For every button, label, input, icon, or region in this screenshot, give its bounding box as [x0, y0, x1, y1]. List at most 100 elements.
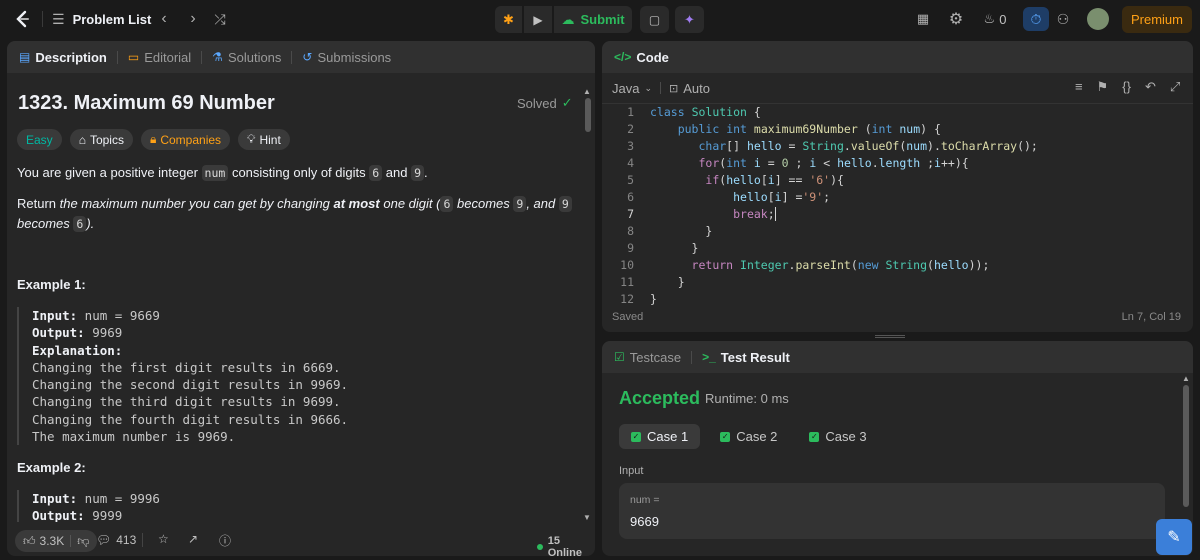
example-2-heading: Example 2:: [17, 460, 86, 475]
notes-button[interactable]: ▢: [640, 6, 669, 33]
companies-tag[interactable]: 🔒︎ Companies: [140, 129, 231, 150]
case-1-tab[interactable]: ✓ Case 1: [619, 424, 701, 449]
avatar[interactable]: [1087, 8, 1109, 30]
share-icon[interactable]: ↗: [188, 532, 198, 546]
auto-mode[interactable]: ⊡ Auto: [669, 81, 710, 96]
document-icon: ▤: [19, 50, 31, 64]
description-scrollbar[interactable]: [585, 98, 591, 132]
prev-problem-icon[interactable]: ‹: [155, 9, 173, 29]
streak-count: 0: [999, 11, 1007, 27]
solved-label: Solved: [517, 95, 557, 111]
case-2-tab[interactable]: ✓ Case 2: [708, 424, 789, 449]
example-2-block: Input: num = 9996 Output: 9999: [17, 490, 160, 522]
bug-icon: ✱: [503, 11, 514, 27]
format-icon[interactable]: ≡: [1075, 79, 1083, 95]
problem-list-label: Problem List: [72, 11, 152, 27]
streak-counter[interactable]: ♨ 0: [980, 9, 1010, 29]
topics-tag[interactable]: ⌂ Topics: [69, 129, 133, 150]
description-footer: 👍︎ 3.3K 👎︎ 💬︎ 413 ☆ ↗ ⓘ 15 Online: [7, 524, 595, 559]
hint-tag[interactable]: 💡︎ Hint: [238, 129, 290, 150]
description-paragraph-1: You are given a positive integer num con…: [17, 165, 428, 181]
reset-icon[interactable]: ↶: [1145, 79, 1156, 95]
checkbox-icon: ☑: [614, 350, 625, 364]
top-navbar: ☰ Problem List ‹ › ⤮ ✱ ▶ ☁ Submit ▢ ✦ ▦ …: [0, 0, 1200, 38]
example-1-heading: Example 1:: [17, 277, 86, 292]
note-icon: ▢: [648, 12, 661, 27]
panel-resize-handle[interactable]: [875, 335, 905, 338]
scroll-up-icon[interactable]: ▲: [583, 87, 591, 96]
next-problem-icon[interactable]: ›: [184, 9, 202, 29]
like-count: 3.3K: [39, 534, 65, 548]
run-button[interactable]: ▶: [524, 6, 552, 33]
tab-testcase[interactable]: ☑ Testcase: [614, 350, 681, 365]
result-status: Accepted: [619, 388, 701, 408]
case-3-tab[interactable]: ✓ Case 3: [797, 424, 878, 449]
star-icon[interactable]: ☆: [158, 532, 169, 546]
comment-icon: 💬︎: [96, 533, 112, 547]
comments-button[interactable]: 💬︎ 413: [96, 533, 136, 547]
save-status: Saved: [612, 311, 644, 323]
solved-indicator: Solved ✓: [517, 95, 573, 111]
case-tabs: ✓ Case 1 ✓ Case 2 ✓ Case 3: [619, 424, 879, 449]
tab-solutions-label: Solutions: [227, 49, 282, 65]
debug-button[interactable]: ✱: [495, 6, 522, 33]
timer-button[interactable]: ⏱: [1023, 7, 1049, 31]
tab-solutions[interactable]: ⚗ Solutions: [212, 50, 281, 65]
left-tab-bar: ▤ Description ▭ Editorial ⚗ Solutions ↺ …: [7, 41, 595, 73]
problem-list-button[interactable]: ☰ Problem List: [52, 9, 151, 29]
sparkle-icon: ✦: [684, 11, 695, 27]
history-icon: ↺: [302, 50, 313, 64]
expand-icon[interactable]: ⤢: [1170, 79, 1180, 95]
ai-assist-button[interactable]: ✦: [675, 6, 704, 33]
code-editor[interactable]: 1 2 3 4 5 6 7 8 9 10 11 12 class Solutio…: [602, 103, 1193, 306]
braces-icon[interactable]: {}: [1122, 79, 1131, 95]
lock-icon: ⊡: [669, 82, 679, 95]
tab-code-label: Code: [636, 49, 669, 65]
runtime-label: Runtime: 0 ms: [705, 391, 789, 406]
online-count: 15 Online: [537, 535, 595, 559]
result-tab-bar: ☑ Testcase >_ Test Result: [602, 341, 1193, 373]
companies-label: Companies: [160, 132, 222, 147]
result-panel: ☑ Testcase >_ Test Result Accepted Runti…: [602, 341, 1193, 556]
tab-test-result-label: Test Result: [720, 349, 790, 365]
thumbs-up-icon: 👍︎: [23, 533, 36, 548]
hint-label: Hint: [259, 132, 281, 147]
comment-count: 413: [116, 533, 137, 547]
leetcode-logo[interactable]: [12, 9, 32, 29]
cloud-upload-icon: ☁: [561, 11, 575, 27]
add-friend-icon[interactable]: ⚇: [1052, 9, 1074, 29]
premium-button[interactable]: Premium: [1122, 6, 1192, 33]
tab-code[interactable]: </> Code: [614, 50, 669, 65]
code-icon: </>: [614, 50, 632, 64]
like-button[interactable]: 👍︎ 3.3K: [23, 534, 64, 549]
shuffle-icon[interactable]: ⤮: [210, 9, 230, 29]
play-icon: ▶: [533, 12, 543, 27]
lock-icon: 🔒︎: [149, 132, 157, 146]
input-label: Input: [619, 465, 644, 477]
settings-icon[interactable]: ⚙: [946, 9, 966, 29]
language-select[interactable]: Java ⌄: [612, 81, 652, 96]
input-value: 9669: [630, 514, 659, 529]
result-scrollbar[interactable]: [1183, 385, 1189, 507]
tag-icon: ⌂: [78, 132, 86, 147]
tag-row: Easy ⌂ Topics 🔒︎ Companies 💡︎ Hint: [17, 129, 290, 150]
tab-test-result[interactable]: >_ Test Result: [702, 350, 790, 365]
fire-icon: ♨: [983, 11, 996, 26]
layout-icon[interactable]: ▦: [913, 9, 933, 29]
scroll-down-icon[interactable]: ▼: [583, 513, 591, 522]
check-icon: ✓: [809, 431, 820, 442]
tab-editorial[interactable]: ▭ Editorial: [128, 50, 191, 65]
floating-assistant-button[interactable]: ✎: [1156, 519, 1192, 555]
description-paragraph-2: Return the maximum number you can get by…: [17, 194, 577, 234]
problem-title[interactable]: 1323. Maximum 69 Number: [18, 92, 275, 115]
code-panel: </> Code Java ⌄ ⊡ Auto ≡ ⚑ {} ↶ ⤢ 1 2 3 4 …: [602, 41, 1193, 332]
result-scroll-up-icon[interactable]: ▲: [1182, 374, 1190, 383]
tab-submissions[interactable]: ↺ Submissions: [302, 50, 391, 65]
submit-button[interactable]: ☁ Submit: [554, 6, 632, 33]
tab-description[interactable]: ▤ Description: [19, 50, 107, 65]
flask-icon: ⚗: [212, 50, 223, 64]
thumbs-down-icon[interactable]: 👎︎: [77, 534, 89, 549]
editor-toolbar: Java ⌄ ⊡ Auto ≡ ⚑ {} ↶ ⤢: [602, 73, 1193, 103]
bookmark-icon[interactable]: ⚑: [1097, 79, 1109, 95]
help-icon[interactable]: ⓘ: [219, 532, 231, 549]
